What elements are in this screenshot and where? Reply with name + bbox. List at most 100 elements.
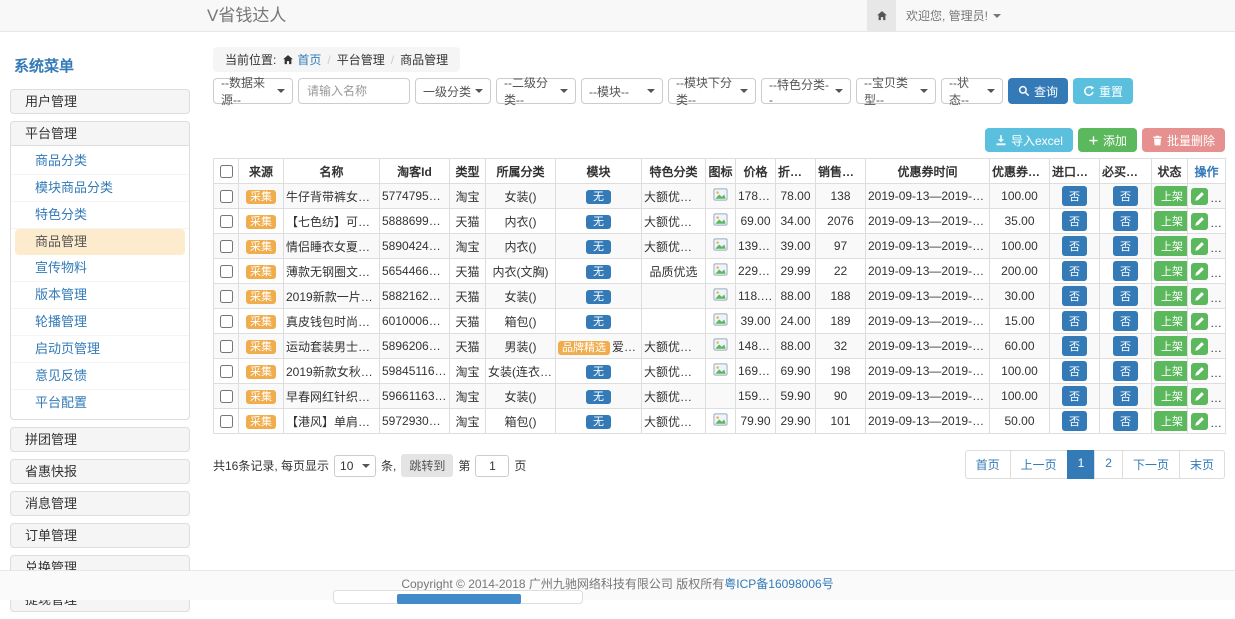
status-button[interactable]: 上架 xyxy=(1154,286,1188,306)
page-button[interactable]: 首页 xyxy=(965,450,1011,479)
must-buy-button[interactable]: 否 xyxy=(1113,411,1138,431)
must-buy-button[interactable]: 否 xyxy=(1113,261,1138,281)
edit-button[interactable] xyxy=(1191,363,1208,380)
row-checkbox[interactable] xyxy=(220,315,233,328)
sidebar-item[interactable]: 商品分类 xyxy=(11,148,189,175)
row-checkbox[interactable] xyxy=(220,190,233,203)
import-select-button[interactable]: 否 xyxy=(1062,236,1087,256)
sidebar-section-toggle[interactable]: 平台管理 xyxy=(11,122,189,146)
must-buy-button[interactable]: 否 xyxy=(1113,236,1138,256)
status-button[interactable]: 上架 xyxy=(1154,411,1188,431)
page-button[interactable]: 1 xyxy=(1067,450,1096,479)
home-nav-button[interactable] xyxy=(867,0,896,31)
edit-button[interactable] xyxy=(1191,188,1208,205)
jump-button[interactable]: 跳转到 xyxy=(401,454,453,477)
status-button[interactable]: 上架 xyxy=(1154,361,1188,381)
page-button[interactable]: 末页 xyxy=(1179,450,1225,479)
sidebar-section-toggle[interactable]: 省惠快报 xyxy=(11,460,189,483)
page-button[interactable]: 2 xyxy=(1094,450,1123,479)
import-select-button[interactable]: 否 xyxy=(1062,286,1087,306)
sidebar-item[interactable]: 特色分类 xyxy=(11,202,189,229)
sidebar-section-toggle[interactable]: 拼团管理 xyxy=(11,428,189,451)
sidebar-section-toggle[interactable]: 订单管理 xyxy=(11,524,189,547)
must-buy-button[interactable]: 否 xyxy=(1113,361,1138,381)
icon-cell xyxy=(706,409,736,434)
search-button[interactable]: 查询 xyxy=(1008,78,1068,104)
row-checkbox[interactable] xyxy=(220,265,233,278)
status-button[interactable]: 上架 xyxy=(1154,186,1188,206)
page-number-input[interactable] xyxy=(475,455,509,477)
per-page-select[interactable]: 10 xyxy=(334,455,376,477)
must-buy-button[interactable]: 否 xyxy=(1113,311,1138,331)
select-all-checkbox[interactable] xyxy=(220,165,233,178)
breadcrumb-item: 商品管理 xyxy=(400,51,448,68)
row-checkbox[interactable] xyxy=(220,290,233,303)
edit-button[interactable] xyxy=(1191,413,1208,430)
edit-button[interactable] xyxy=(1191,338,1208,355)
reset-button[interactable]: 重置 xyxy=(1073,78,1133,104)
edit-button[interactable] xyxy=(1191,313,1208,330)
table-row: 采集薄款无钢圈文胸聚拢性...565446685867天猫内衣(文胸)无品质优选… xyxy=(214,259,1226,284)
filter-select[interactable]: --宝贝类型-- xyxy=(856,78,936,104)
page-button[interactable]: 上一页 xyxy=(1010,450,1068,479)
import-select-button[interactable]: 否 xyxy=(1062,261,1087,281)
must-buy-button[interactable]: 否 xyxy=(1113,186,1138,206)
batch-delete-button[interactable]: 批量删除 xyxy=(1142,128,1225,152)
icp-link[interactable]: 粤ICP备16098006号 xyxy=(724,577,833,591)
must-buy-button[interactable]: 否 xyxy=(1113,336,1138,356)
must-buy-button[interactable]: 否 xyxy=(1113,286,1138,306)
sidebar-item[interactable]: 轮播管理 xyxy=(11,309,189,336)
row-checkbox[interactable] xyxy=(220,340,233,353)
edit-button[interactable] xyxy=(1191,213,1208,230)
sidebar-item[interactable]: 意见反馈 xyxy=(11,363,189,390)
filter-select[interactable]: --数据来源-- xyxy=(213,78,293,104)
filter-select[interactable]: --模块-- xyxy=(581,78,663,104)
filter-select[interactable]: --二级分类-- xyxy=(496,78,576,104)
status-button[interactable]: 上架 xyxy=(1154,261,1188,281)
row-checkbox[interactable] xyxy=(220,390,233,403)
filter-select[interactable]: --特色分类-- xyxy=(761,78,851,104)
filter-select[interactable]: --状态-- xyxy=(941,78,1003,104)
import-select-button[interactable]: 否 xyxy=(1062,386,1087,406)
row-checkbox[interactable] xyxy=(220,365,233,378)
status-button[interactable]: 上架 xyxy=(1154,336,1188,356)
sidebar-section-toggle[interactable]: 用户管理 xyxy=(11,90,189,113)
row-checkbox[interactable] xyxy=(220,215,233,228)
row-checkbox[interactable] xyxy=(220,240,233,253)
add-button[interactable]: 添加 xyxy=(1078,128,1137,152)
product-name: 2019新款一片式系... xyxy=(284,284,380,309)
status-button[interactable]: 上架 xyxy=(1154,236,1188,256)
edit-button[interactable] xyxy=(1191,388,1208,405)
column-header: 操作 xyxy=(1188,159,1226,184)
edit-button[interactable] xyxy=(1191,288,1208,305)
sidebar-item[interactable]: 版本管理 xyxy=(11,282,189,309)
import-select-button[interactable]: 否 xyxy=(1062,336,1087,356)
import-select-button[interactable]: 否 xyxy=(1062,211,1087,231)
sidebar-item[interactable]: 模块商品分类 xyxy=(11,175,189,202)
user-menu[interactable]: 欢迎您, 管理员! xyxy=(906,0,1001,31)
import-select-button[interactable]: 否 xyxy=(1062,186,1087,206)
sidebar-item[interactable]: 启动页管理 xyxy=(11,336,189,363)
filter-select[interactable]: --模块下分类-- xyxy=(668,78,756,104)
import-excel-button[interactable]: 导入excel xyxy=(985,128,1073,152)
must-buy-button[interactable]: 否 xyxy=(1113,211,1138,231)
import-select-button[interactable]: 否 xyxy=(1062,361,1087,381)
status-button[interactable]: 上架 xyxy=(1154,311,1188,331)
name-search-input[interactable] xyxy=(298,78,410,104)
status-button[interactable]: 上架 xyxy=(1154,386,1188,406)
sidebar-item[interactable]: 平台配置 xyxy=(11,390,189,416)
status-button[interactable]: 上架 xyxy=(1154,211,1188,231)
import-select-button[interactable]: 否 xyxy=(1062,411,1087,431)
breadcrumb-home-link[interactable]: 首页 xyxy=(282,51,321,68)
edit-button[interactable] xyxy=(1191,238,1208,255)
filter-select[interactable]: 一级分类 xyxy=(415,78,491,104)
column-header: 价格 xyxy=(736,159,776,184)
row-checkbox[interactable] xyxy=(220,415,233,428)
import-select-button[interactable]: 否 xyxy=(1062,311,1087,331)
edit-button[interactable] xyxy=(1191,263,1208,280)
must-buy-button[interactable]: 否 xyxy=(1113,386,1138,406)
sidebar-section-toggle[interactable]: 消息管理 xyxy=(11,492,189,515)
sidebar-item[interactable]: 宣传物料 xyxy=(11,255,189,282)
page-button[interactable]: 下一页 xyxy=(1122,450,1180,479)
sidebar-item[interactable]: 商品管理 xyxy=(15,229,185,255)
